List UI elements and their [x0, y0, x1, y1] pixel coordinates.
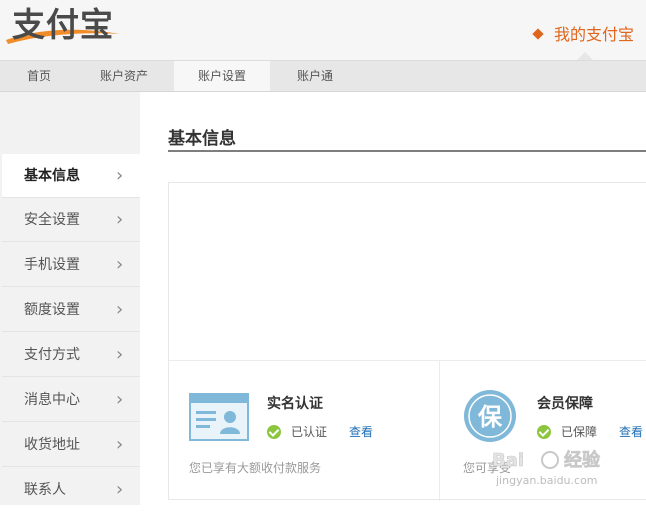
- nav-item-assets[interactable]: 账户资产: [78, 61, 170, 91]
- chevron-right-icon: ›: [116, 254, 124, 275]
- sidebar-item-limits[interactable]: 额度设置 ›: [2, 288, 140, 332]
- sidebar-item-payment-methods[interactable]: 支付方式 ›: [2, 333, 140, 377]
- sidebar-item-security[interactable]: 安全设置 ›: [2, 198, 140, 242]
- check-circle-icon: [267, 425, 281, 439]
- main-nav: 首页 账户资产 账户设置 账户通: [0, 60, 646, 92]
- feature-desc-real-name: 您已享有大额收付款服务: [189, 461, 322, 475]
- diamond-bullet-icon: [532, 28, 544, 40]
- watermark-brand-text: Bai: [492, 450, 524, 471]
- feature-title-member-protection: 会员保障: [537, 396, 593, 412]
- card-divider: [169, 360, 646, 361]
- watermark-brand-logo: Bai 经验: [492, 449, 602, 472]
- view-link-member-protection[interactable]: 查看: [619, 423, 643, 440]
- top-header: 支付宝 我的支付宝: [0, 0, 646, 60]
- watermark-brand-suffix: 经验: [564, 449, 601, 471]
- feature-title-real-name: 实名认证: [267, 396, 323, 412]
- my-alipay-link[interactable]: 我的支付宝: [532, 21, 634, 45]
- sidebar-item-label: 手机设置: [24, 257, 80, 273]
- chevron-right-icon: ›: [116, 209, 124, 230]
- chevron-right-icon: ›: [116, 299, 124, 320]
- feature-status-real-name: 已认证: [267, 423, 327, 440]
- sidebar-item-addresses[interactable]: 收货地址 ›: [2, 423, 140, 467]
- sidebar-item-label: 基本信息: [24, 168, 80, 184]
- view-link-real-name[interactable]: 查看: [349, 423, 373, 440]
- chevron-right-icon: ›: [116, 479, 124, 500]
- card-column-divider: [439, 361, 440, 501]
- sidebar-item-phone[interactable]: 手机设置 ›: [2, 243, 140, 287]
- chevron-right-icon: ›: [116, 165, 124, 186]
- sidebar-item-label: 额度设置: [24, 302, 80, 318]
- status-label: 已认证: [291, 425, 328, 439]
- nav-item-account-settings[interactable]: 账户设置: [174, 61, 270, 91]
- chevron-right-icon: ›: [116, 389, 124, 410]
- sidebar: 基本信息 › 安全设置 › 手机设置 › 额度设置 › 支付方式 › 消息中心 …: [0, 92, 140, 505]
- sidebar-item-label: 联系人: [24, 482, 66, 498]
- page-title: 基本信息: [168, 129, 236, 149]
- my-alipay-label: 我的支付宝: [553, 25, 634, 44]
- paw-icon: [541, 451, 559, 469]
- protection-badge-char: 保: [477, 403, 503, 431]
- status-label: 已保障: [561, 425, 598, 439]
- nav-item-home[interactable]: 首页: [0, 61, 78, 91]
- nav-item-account-pass[interactable]: 账户通: [270, 61, 360, 91]
- title-divider: [168, 150, 646, 152]
- id-card-icon: [189, 393, 249, 441]
- chevron-right-icon: ›: [116, 434, 124, 455]
- chevron-right-icon: ›: [116, 344, 124, 365]
- feature-status-member-protection: 已保障: [537, 423, 597, 440]
- sidebar-item-label: 收货地址: [24, 437, 80, 453]
- sidebar-item-label: 支付方式: [24, 347, 80, 363]
- menu-pointer-arrow: [577, 52, 593, 60]
- sidebar-item-label: 安全设置: [24, 212, 80, 228]
- logo-text: 支付宝: [12, 5, 114, 44]
- sidebar-item-contacts[interactable]: 联系人 ›: [2, 468, 140, 512]
- watermark-url: jingyan.baidu.com: [496, 474, 598, 487]
- check-circle-icon: [537, 425, 551, 439]
- protection-badge-icon: 保: [464, 390, 516, 442]
- sidebar-item-label: 消息中心: [24, 392, 80, 408]
- baidu-jingyan-watermark: Bai 经验 jingyan.baidu.com: [460, 444, 646, 500]
- sidebar-item-messages[interactable]: 消息中心 ›: [2, 378, 140, 422]
- sidebar-item-basic-info[interactable]: 基本信息 ›: [2, 154, 140, 198]
